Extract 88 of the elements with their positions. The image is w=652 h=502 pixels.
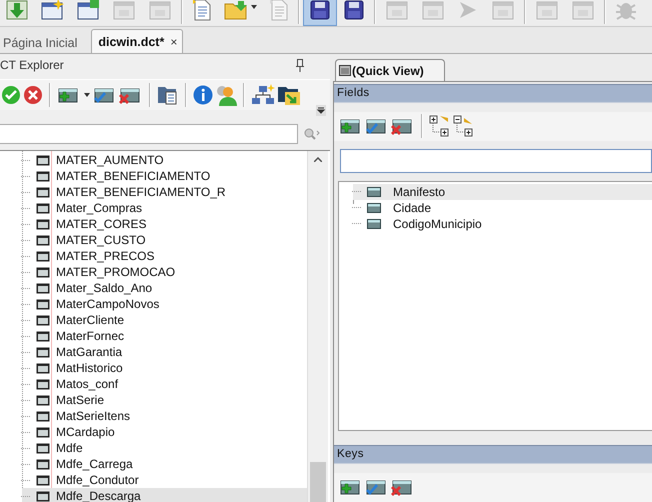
window-icon: [339, 65, 351, 76]
tree-item[interactable]: MatSerie: [22, 392, 307, 408]
table-folder-icon: [36, 298, 50, 310]
cross-circle-icon: [23, 85, 43, 105]
document-icon: [192, 0, 212, 21]
tree-item[interactable]: MATER_AUMENTO: [22, 152, 307, 168]
folder-icon: [224, 0, 248, 21]
tree-item[interactable]: MATER_PROMOCAO: [22, 264, 307, 280]
table-folder-icon: [36, 170, 50, 182]
table-folder-icon: [36, 378, 50, 390]
field-icon: [367, 186, 381, 197]
table-folder-icon: [36, 410, 50, 422]
table-folder-icon: [36, 202, 50, 214]
section-header: Keys: [334, 444, 652, 464]
dropdown-arrow-icon[interactable]: [84, 93, 90, 97]
toolbar-button[interactable]: [250, 83, 276, 107]
table-folder-icon: [36, 458, 50, 470]
table-folder-icon: [36, 474, 50, 486]
table-folder-icon: [36, 266, 50, 278]
user-gear-icon: [215, 84, 237, 106]
table-folder-icon: [36, 426, 50, 438]
search-field[interactable]: [0, 124, 298, 144]
window-icon: [112, 0, 136, 21]
close-icon[interactable]: ×: [170, 34, 178, 48]
scroll-up-icon[interactable]: [314, 156, 322, 162]
pin-icon[interactable]: [296, 58, 304, 72]
table-folder-icon: [36, 234, 50, 246]
tree-item[interactable]: MaterCliente: [22, 312, 307, 328]
tree-item[interactable]: MatGarantia: [22, 344, 307, 360]
toolbar-button[interactable]: [303, 0, 337, 26]
field-icon: [367, 218, 381, 229]
tree-item[interactable]: Cidade: [353, 200, 652, 216]
window-icon: [571, 0, 595, 21]
table-folder-icon: [36, 186, 50, 198]
floppy-icon: [343, 0, 365, 21]
document-icon: [269, 0, 289, 21]
tree-item[interactable]: Mater_Saldo_Ano: [22, 280, 307, 296]
scrollbar-thumb[interactable]: [310, 462, 326, 502]
table-folder-icon: [36, 490, 50, 502]
table-folder-icon: [36, 346, 50, 358]
tree-item[interactable]: MATER_BENEFICIAMENTO: [22, 168, 307, 184]
table-folder-icon: [36, 330, 50, 342]
tree-item[interactable]: Manifesto: [353, 184, 652, 200]
window-icon: [148, 0, 172, 21]
tree-item[interactable]: Mater_Compras: [22, 200, 307, 216]
expand-tree-icon: [429, 115, 451, 138]
tree-item[interactable]: CodigoMunicipio: [353, 216, 652, 232]
window-icon: [385, 0, 409, 21]
info-icon: [193, 85, 213, 105]
table-folder-icon: [36, 218, 50, 230]
dropdown-arrow-icon: [251, 5, 257, 9]
section-header: Fields: [334, 84, 652, 103]
network-icon: [251, 84, 275, 106]
table-folder-icon: [36, 154, 50, 166]
tree-item[interactable]: Matos_conf: [22, 376, 307, 392]
tree-item[interactable]: MCardapio: [22, 424, 307, 440]
folder-document-icon: [157, 85, 179, 105]
tree-item[interactable]: Mdfe_Condutor: [22, 472, 307, 488]
window-icon: [421, 0, 445, 21]
tree-item[interactable]: MATER_CORES: [22, 216, 307, 232]
overflow-chevron-icon[interactable]: [316, 105, 326, 116]
table-folder-icon: [36, 282, 50, 294]
window-icon: [491, 0, 515, 21]
table-folder-icon: [36, 442, 50, 454]
tree-item[interactable]: Mdfe_Carrega: [22, 456, 307, 472]
table-folder-icon: [36, 314, 50, 326]
collapse-tree-icon: [453, 115, 475, 138]
field-icon: [367, 202, 381, 213]
floppy-icon: [309, 0, 331, 21]
table-folder-icon: [36, 250, 50, 262]
bug-icon: [615, 0, 637, 21]
panel-title: CT Explorer: [0, 58, 65, 72]
tree-item[interactable]: MATER_PRECOS: [22, 248, 307, 264]
tree-item[interactable]: MaterFornec: [22, 328, 307, 344]
tree-item[interactable]: MATER_CUSTO: [22, 232, 307, 248]
table-folder-icon: [36, 362, 50, 374]
document-tab[interactable]: dicwin.dct* ×: [91, 29, 184, 53]
folder-arrow-icon: [277, 84, 301, 106]
window-icon: [535, 0, 559, 21]
tree-item[interactable]: MatSerieItens: [22, 408, 307, 424]
tree-item[interactable]: MaterCampoNovos: [22, 296, 307, 312]
document-tab[interactable]: Página Inicial: [0, 31, 84, 53]
quick-view-tab[interactable]: (Quick View): [335, 59, 445, 81]
tree-item[interactable]: MATER_BENEFICIAMENTO_R: [22, 184, 307, 200]
tree-item[interactable]: Mdfe: [22, 440, 307, 456]
table-folder-icon: [36, 394, 50, 406]
tree-item[interactable]: MatHistorico: [22, 360, 307, 376]
filter-field[interactable]: [340, 149, 652, 173]
